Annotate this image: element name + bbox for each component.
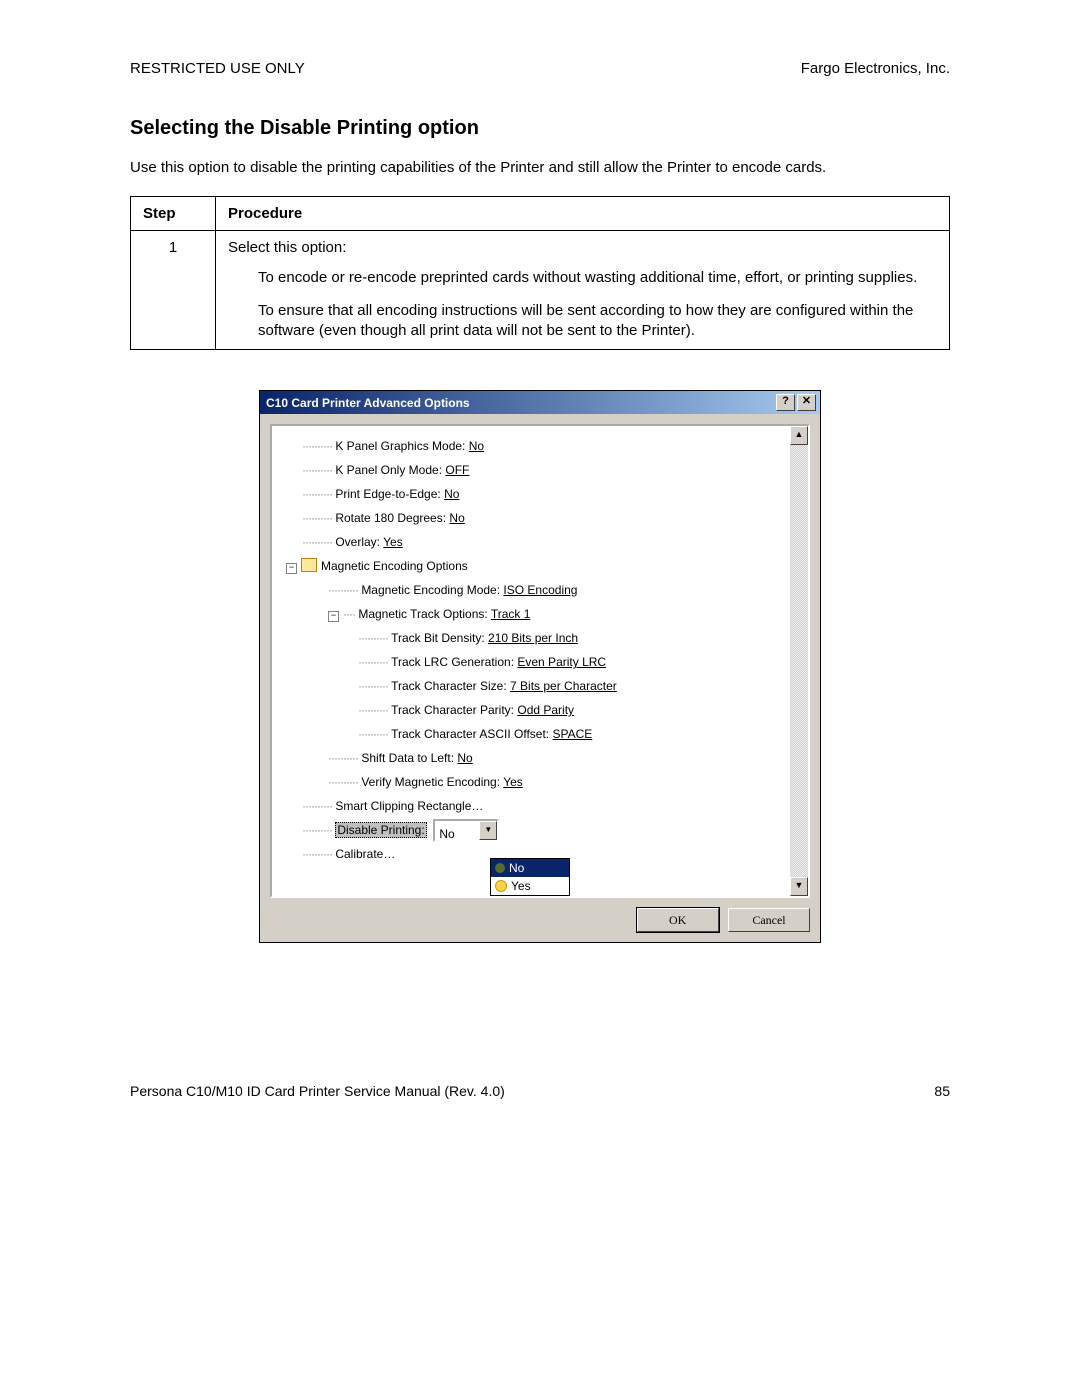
- collapse-icon[interactable]: −: [328, 611, 339, 622]
- close-button[interactable]: ✕: [797, 394, 816, 411]
- tree-item[interactable]: ·········· Verify Magnetic Encoding: Yes: [328, 770, 784, 794]
- tree-item-disable-printing[interactable]: ·········· Disable Printing: No▼: [302, 818, 784, 842]
- procedure-cell: Select this option: To encode or re-enco…: [216, 231, 950, 350]
- tree-item[interactable]: ·········· K Panel Graphics Mode: No: [302, 434, 784, 458]
- tree-scrollbar[interactable]: ▲ ▼: [790, 426, 808, 896]
- options-tree: ·········· K Panel Graphics Mode: No ···…: [270, 424, 810, 898]
- tree-item-smart-clipping[interactable]: ·········· Smart Clipping Rectangle…: [302, 794, 784, 818]
- procedure-bullet-1: To encode or re-encode preprinted cards …: [258, 268, 937, 288]
- header-company: Fargo Electronics, Inc.: [801, 60, 950, 77]
- scroll-down-button[interactable]: ▼: [790, 877, 808, 896]
- tree-item[interactable]: ·········· Track Bit Density: 210 Bits p…: [358, 626, 784, 650]
- disable-printing-dropdown[interactable]: No Yes: [490, 858, 570, 896]
- col-step: Step: [131, 197, 216, 231]
- tree-item[interactable]: ·········· Print Edge-to-Edge: No: [302, 482, 784, 506]
- combo-value: No: [435, 821, 479, 847]
- step-number: 1: [131, 231, 216, 350]
- scroll-up-button[interactable]: ▲: [790, 426, 808, 445]
- chevron-down-icon[interactable]: ▼: [479, 821, 497, 840]
- dialog-titlebar: C10 Card Printer Advanced Options ? ✕: [260, 391, 820, 414]
- folder-icon: [301, 558, 317, 572]
- tree-item[interactable]: ·········· Track LRC Generation: Even Pa…: [358, 650, 784, 674]
- bulb-off-icon: [495, 863, 505, 873]
- tree-item[interactable]: ·········· K Panel Only Mode: OFF: [302, 458, 784, 482]
- disable-printing-combo[interactable]: No▼: [433, 819, 499, 842]
- dialog-title: C10 Card Printer Advanced Options: [266, 396, 774, 410]
- scroll-track[interactable]: [790, 445, 808, 877]
- tree-item[interactable]: ·········· Rotate 180 Degrees: No: [302, 506, 784, 530]
- ok-button[interactable]: OK: [637, 908, 719, 932]
- dropdown-option-no[interactable]: No: [491, 859, 569, 877]
- footer-manual: Persona C10/M10 ID Card Printer Service …: [130, 1083, 505, 1099]
- tree-item[interactable]: ·········· Magnetic Encoding Mode: ISO E…: [328, 578, 784, 602]
- tree-item[interactable]: ·········· Track Character Size: 7 Bits …: [358, 674, 784, 698]
- tree-group-magnetic[interactable]: −Magnetic Encoding Options: [286, 554, 784, 578]
- procedure-lead: Select this option:: [228, 239, 937, 256]
- footer-page-number: 85: [934, 1083, 950, 1099]
- procedure-bullet-2: To ensure that all encoding instructions…: [258, 301, 937, 342]
- advanced-options-dialog: C10 Card Printer Advanced Options ? ✕ ··…: [259, 390, 821, 943]
- intro-text: Use this option to disable the printing …: [130, 158, 950, 178]
- tree-item[interactable]: ·········· Shift Data to Left: No: [328, 746, 784, 770]
- page-title: Selecting the Disable Printing option: [130, 117, 950, 140]
- procedure-table: Step Procedure 1 Select this option: To …: [130, 196, 950, 350]
- tree-item[interactable]: ·········· Overlay: Yes: [302, 530, 784, 554]
- header-restricted: RESTRICTED USE ONLY: [130, 60, 305, 77]
- tree-item[interactable]: ·········· Track Character Parity: Odd P…: [358, 698, 784, 722]
- col-procedure: Procedure: [216, 197, 950, 231]
- collapse-icon[interactable]: −: [286, 563, 297, 574]
- dropdown-option-yes[interactable]: Yes: [491, 877, 569, 895]
- help-button[interactable]: ?: [776, 394, 795, 411]
- bulb-on-icon: [495, 880, 507, 892]
- tree-group-track[interactable]: −···· Magnetic Track Options: Track 1: [328, 602, 784, 626]
- tree-item[interactable]: ·········· Track Character ASCII Offset:…: [358, 722, 784, 746]
- cancel-button[interactable]: Cancel: [728, 908, 810, 932]
